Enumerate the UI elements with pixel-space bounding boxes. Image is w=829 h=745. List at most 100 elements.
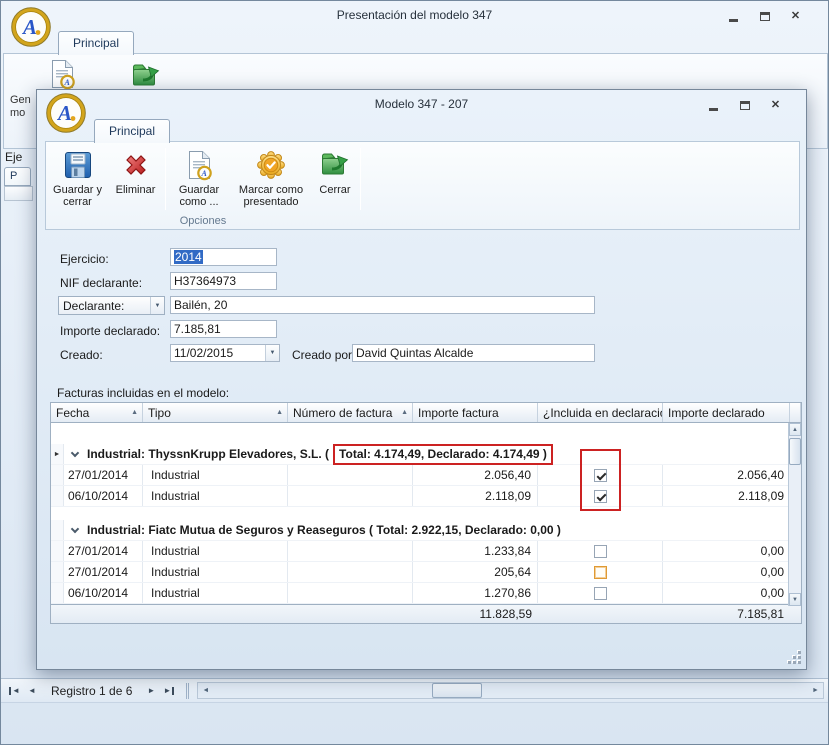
group-row-fiatc[interactable]: Industrial: Fiatc Mutua de Seguros y Rea… — [51, 520, 801, 541]
column-header-importe-factura[interactable]: Importe factura — [413, 403, 538, 422]
vertical-scrollbar[interactable]: ▲ ▼ — [788, 423, 801, 606]
incluida-checkbox[interactable] — [594, 545, 607, 558]
tab-principal-main[interactable]: Principal — [58, 31, 134, 55]
ejercicio-field[interactable]: 2014 — [170, 248, 277, 266]
save-as-icon — [183, 149, 215, 181]
dialog-maximize-button[interactable] — [736, 98, 753, 113]
dialog-modelo-347: Modelo 347 - 207 ✕ Principal Guardar y c… — [36, 89, 807, 670]
save-icon — [62, 149, 94, 181]
scroll-up-icon[interactable]: ▲ — [789, 423, 801, 436]
cell-fecha: 06/10/2014 — [64, 486, 143, 506]
ejercicio-label: Ejercicio: — [60, 251, 109, 267]
column-header-fecha[interactable]: Fecha ▲ — [51, 403, 143, 422]
dialog-ribbon: Guardar y cerrar Eliminar Guardar como .… — [45, 141, 800, 230]
maximize-icon — [760, 12, 770, 21]
incluida-checkbox[interactable] — [594, 566, 607, 579]
scroll-left-icon[interactable]: ◄ — [198, 683, 213, 698]
close-folder-icon[interactable] — [130, 60, 162, 92]
table-row[interactable]: 27/01/2014 Industrial 205,64 0,00 — [51, 562, 801, 583]
cell-numero — [288, 486, 413, 506]
badge-icon — [255, 149, 287, 181]
cell-incluida — [538, 562, 663, 582]
background-grid-fragment — [4, 186, 33, 201]
cell-importe-declarado: 0,00 — [663, 541, 790, 561]
main-statusbar: ◄ ◄ Registro 1 de 6 ► ► ◄ ► — [1, 678, 828, 703]
dialog-minimize-button[interactable] — [705, 98, 722, 113]
group-total-annotation: Total: 4.174,49, Declarado: 4.174,49 ) — [333, 444, 553, 465]
marcar-como-presentado-button[interactable]: Marcar como presentado — [232, 146, 310, 224]
cell-importe-factura: 205,64 — [413, 562, 538, 582]
column-header-numero[interactable]: Número de factura ▲ — [288, 403, 413, 422]
dialog-close-button[interactable]: ✕ — [767, 98, 784, 113]
cell-numero — [288, 465, 413, 485]
table-row[interactable]: 27/01/2014 Industrial 1.233,84 0,00 — [51, 541, 801, 562]
maximize-icon — [740, 101, 750, 110]
dialog-title: Modelo 347 - 207 — [37, 97, 806, 111]
grid-summary-footer: 11.828,59 7.185,81 — [51, 604, 801, 623]
sort-asc-icon: ▲ — [401, 409, 408, 416]
guardar-y-cerrar-button[interactable]: Guardar y cerrar — [49, 146, 106, 224]
ribbon-group-caption: Opciones — [46, 215, 360, 227]
tab-principal-dialog[interactable]: Principal — [94, 119, 170, 143]
close-icon: ✕ — [771, 100, 780, 111]
grid-spacer — [51, 507, 801, 520]
cell-importe-factura: 1.233,84 — [413, 541, 538, 561]
cell-importe-declarado: 0,00 — [663, 562, 790, 582]
cell-fecha: 27/01/2014 — [64, 465, 143, 485]
incluida-checkbox[interactable] — [594, 587, 607, 600]
nav-next-button[interactable]: ► — [142, 682, 160, 699]
nav-last-button[interactable]: ► — [160, 682, 178, 699]
declarante-field[interactable]: Bailén, 20 — [170, 296, 595, 314]
horizontal-scrollbar[interactable]: ◄ ► — [197, 682, 824, 699]
record-indicator: Registro 1 de 6 — [51, 684, 132, 698]
importe-declarado-field[interactable]: 7.185,81 — [170, 320, 277, 338]
resize-grip[interactable] — [788, 651, 802, 665]
creado-label: Creado: — [60, 347, 103, 363]
nif-field[interactable]: H37364973 — [170, 272, 277, 290]
generate-model-icon[interactable] — [46, 58, 78, 90]
row-indicator: ► — [51, 444, 64, 464]
creado-por-field[interactable]: David Quintas Alcalde — [352, 344, 595, 362]
row-indicator — [51, 583, 64, 603]
row-indicator — [51, 486, 64, 506]
cerrar-button[interactable]: Cerrar — [312, 146, 358, 224]
ribbon-label-fragment: Gen — [10, 94, 31, 106]
total-importe-factura: 11.828,59 — [413, 607, 538, 621]
facturas-grid: Fecha ▲ Tipo ▲ Número de factura ▲ Impor… — [50, 402, 802, 624]
cell-numero — [288, 583, 413, 603]
column-header-tipo[interactable]: Tipo ▲ — [143, 403, 288, 422]
cell-numero — [288, 562, 413, 582]
nav-first-icon: ◄ — [12, 686, 20, 695]
creado-por-label: Creado por: — [292, 347, 355, 363]
table-row[interactable]: 06/10/2014 Industrial 1.270,86 0,00 — [51, 583, 801, 604]
nav-prev-icon: ◄ — [28, 686, 36, 695]
nav-prev-button[interactable]: ◄ — [23, 682, 41, 699]
vertical-scrollbar-thumb[interactable] — [789, 438, 801, 465]
nav-first-button[interactable]: ◄ — [5, 682, 23, 699]
scroll-right-icon[interactable]: ► — [808, 683, 823, 698]
column-header-incluida[interactable]: ¿Incluida en declaración? — [538, 403, 663, 422]
chevron-down-icon[interactable]: ▼ — [265, 345, 279, 361]
header-filler — [790, 403, 801, 422]
chevron-down-icon[interactable]: ▼ — [150, 297, 164, 314]
minimize-button[interactable] — [725, 9, 742, 24]
ejercicio-value: 2014 — [174, 250, 203, 264]
close-button[interactable]: ✕ — [787, 9, 804, 24]
cell-tipo: Industrial — [143, 583, 288, 603]
collapse-chevron-icon[interactable] — [71, 448, 79, 456]
cell-fecha: 27/01/2014 — [64, 562, 143, 582]
maximize-button[interactable] — [756, 9, 773, 24]
collapse-chevron-icon[interactable] — [71, 524, 79, 532]
table-row[interactable]: 06/10/2014 Industrial 2.118,09 2.118,09 — [51, 486, 801, 507]
ejercicio-label-fragment: Eje — [5, 150, 22, 164]
eliminar-button[interactable]: Eliminar — [109, 146, 162, 224]
table-row[interactable]: 27/01/2014 Industrial 2.056,40 2.056,40 — [51, 465, 801, 486]
guardar-como-button[interactable]: Guardar como ... — [169, 146, 229, 224]
declarante-selector[interactable]: Declarante: ▼ — [58, 296, 165, 315]
column-header-importe-declarado[interactable]: Importe declarado — [663, 403, 790, 422]
horizontal-scrollbar-thumb[interactable] — [432, 683, 482, 698]
scroll-down-icon[interactable]: ▼ — [789, 593, 801, 606]
ribbon-separator — [360, 148, 361, 210]
group-row-thyssnkrupp[interactable]: ► Industrial: ThyssnKrupp Elevadores, S.… — [51, 444, 801, 465]
creado-date-field[interactable]: 11/02/2015 ▼ — [170, 344, 280, 362]
